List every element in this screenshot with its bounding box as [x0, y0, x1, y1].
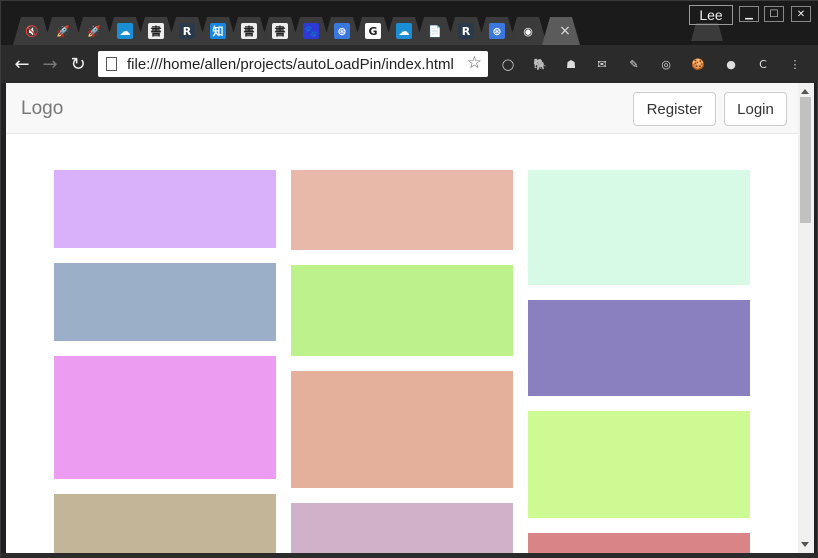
mail-ext-icon[interactable]: ✉	[594, 56, 610, 72]
pin-card[interactable]	[528, 170, 750, 285]
browser-window: ◉ ⊛ R 📄 ☁ G ⊛ 🐾 書書知 R 書 ☁ 🚀 🚀 🔇 Lee ▁ ☐ ✕ × ← → ↻ file…	[0, 0, 818, 558]
address-bar[interactable]: file:///home/allen/projects/autoLoadPin/…	[98, 51, 488, 77]
pin-card[interactable]	[291, 371, 513, 488]
scroll-down-icon[interactable]	[801, 542, 809, 547]
translate-icon: ⊛	[334, 23, 350, 39]
maximize-button[interactable]: ☐	[764, 6, 784, 22]
scroll-up-icon[interactable]	[801, 89, 809, 94]
url-text[interactable]: file:///home/allen/projects/autoLoadPin/…	[127, 56, 465, 73]
rocket-icon: 🚀	[55, 23, 71, 39]
color-wheel-ext-icon[interactable]: ◎	[658, 56, 674, 72]
palette-ext-icon[interactable]: ●	[723, 56, 739, 72]
back-button[interactable]: ←	[11, 53, 33, 75]
cookie-ext-icon[interactable]: 🍪	[690, 56, 706, 72]
window-bottom-edge	[1, 553, 818, 558]
scrollbar-thumb[interactable]	[800, 97, 811, 223]
browser-toolbar: ← → ↻ file:///home/allen/projects/autoLo…	[1, 45, 818, 83]
ninja-ext-icon[interactable]: ☗	[563, 56, 579, 72]
close-tab-icon[interactable]: ×	[559, 23, 571, 39]
pin-card[interactable]	[528, 300, 750, 396]
reload-button[interactable]: ↻	[67, 53, 89, 75]
r-icon: R	[458, 23, 474, 39]
minimize-button[interactable]: ▁	[739, 6, 759, 22]
active-tab[interactable]: ×	[542, 17, 580, 45]
pin-card[interactable]	[528, 533, 750, 553]
r-icon: R	[179, 23, 195, 39]
pin-card[interactable]	[291, 265, 513, 356]
cloud-icon: ☁	[396, 23, 412, 39]
pin-card[interactable]	[528, 411, 750, 518]
bookmark-star-icon[interactable]: ☆	[467, 53, 482, 73]
calligraphy-icon: 書	[148, 23, 164, 39]
forward-button[interactable]: →	[39, 53, 61, 75]
site-logo[interactable]: Logo	[21, 98, 63, 120]
pin-card[interactable]	[54, 263, 276, 341]
google-icon: G	[365, 23, 381, 39]
cloud-icon: ☁	[117, 23, 133, 39]
pen-ext-icon[interactable]: ✎	[626, 56, 642, 72]
rocket-icon: 🚀	[86, 23, 102, 39]
page-viewport: Logo Register Login	[6, 83, 798, 553]
elephant-ext-icon[interactable]: 🐘	[532, 56, 548, 72]
page-scrollbar[interactable]	[798, 83, 814, 553]
register-button[interactable]: Register	[633, 92, 716, 126]
site-navbar: Logo Register Login	[6, 83, 798, 134]
pin-card[interactable]	[54, 494, 276, 553]
login-button[interactable]: Login	[724, 92, 787, 126]
paw-icon: 🐾	[303, 23, 319, 39]
file-icon: 📄	[427, 23, 443, 39]
new-tab-button[interactable]	[691, 23, 723, 41]
github-icon: ◉	[520, 23, 536, 39]
calligraphy-icon: 書	[272, 23, 288, 39]
calligraphy-icon: 書	[241, 23, 257, 39]
c-ext-icon[interactable]: C	[755, 56, 771, 72]
menu-icon[interactable]: ⋮	[787, 56, 803, 72]
tab-strip: ◉ ⊛ R 📄 ☁ G ⊛ 🐾 書書知 R 書 ☁ 🚀 🚀 🔇 Lee ▁ ☐ ✕ ×	[1, 1, 818, 45]
tab[interactable]: 🔇	[13, 17, 51, 45]
pin-card[interactable]	[54, 356, 276, 479]
close-window-button[interactable]: ✕	[791, 6, 811, 22]
mute-icon: 🔇	[24, 23, 40, 39]
pin-card[interactable]	[54, 170, 276, 248]
pin-card[interactable]	[291, 170, 513, 250]
profile-button[interactable]: Lee	[689, 5, 733, 25]
translate-icon: ⊛	[489, 23, 505, 39]
page-icon	[106, 57, 117, 71]
circle-ext-icon[interactable]: ◯	[500, 56, 516, 72]
zhi-icon: 知	[210, 23, 226, 39]
pin-card[interactable]	[291, 503, 513, 553]
